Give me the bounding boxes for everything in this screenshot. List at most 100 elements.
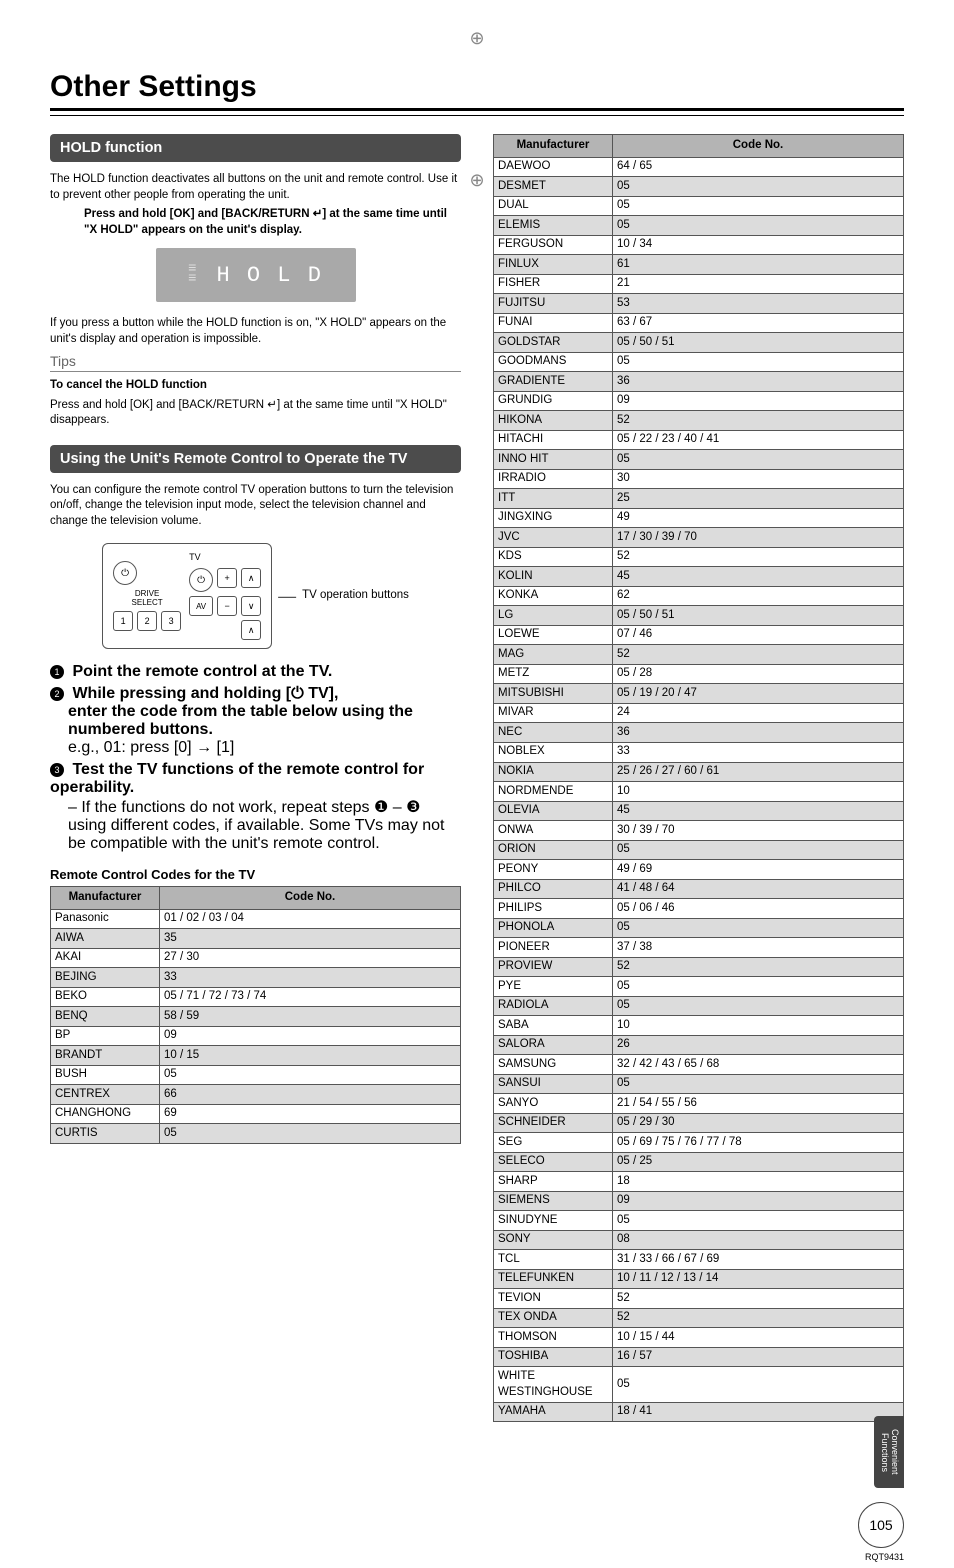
manufacturer-cell: KDS xyxy=(494,547,613,567)
manufacturer-cell: LOEWE xyxy=(494,625,613,645)
table-row: OLEVIA45 xyxy=(494,801,904,821)
unit-display-illustration: ≡≡ H O L D xyxy=(156,248,356,302)
table-row: MIVAR24 xyxy=(494,703,904,723)
manufacturer-cell: THOMSON xyxy=(494,1328,613,1348)
code-cell: 53 xyxy=(613,294,904,314)
code-cell: 21 xyxy=(613,274,904,294)
code-cell: 05 xyxy=(613,1074,904,1094)
table-row: BUSH05 xyxy=(51,1065,461,1085)
table-row: SANSUI05 xyxy=(494,1074,904,1094)
top-register-mark-icon: ⊕ xyxy=(469,28,484,49)
manufacturer-cell: SALORA xyxy=(494,1035,613,1055)
code-cell: 62 xyxy=(613,586,904,606)
manufacturer-cell: BUSH xyxy=(51,1065,160,1085)
table-row: SINUDYNE05 xyxy=(494,1211,904,1231)
code-cell: 52 xyxy=(613,1289,904,1309)
code-cell: 05 / 50 / 51 xyxy=(613,333,904,353)
table-row: TEX ONDA52 xyxy=(494,1308,904,1328)
manufacturer-cell: BEJING xyxy=(51,968,160,988)
manufacturer-cell: DAEWOO xyxy=(494,157,613,177)
code-cell: 09 xyxy=(613,391,904,411)
manufacturer-cell: PHILCO xyxy=(494,879,613,899)
tips-divider xyxy=(50,371,461,372)
code-cell: 26 xyxy=(613,1035,904,1055)
code-cell: 05 xyxy=(613,1211,904,1231)
table-row: TOSHIBA16 / 57 xyxy=(494,1347,904,1367)
table-row: PHILIPS05 / 06 / 46 xyxy=(494,899,904,919)
manufacturer-cell: ORION xyxy=(494,840,613,860)
tv-label: TV xyxy=(189,552,261,562)
manufacturer-cell: PIONEER xyxy=(494,938,613,958)
code-cell: 05 xyxy=(613,352,904,372)
manufacturer-cell: GRUNDIG xyxy=(494,391,613,411)
table-row: JVC17 / 30 / 39 / 70 xyxy=(494,528,904,548)
manufacturer-cell: TELEFUNKEN xyxy=(494,1269,613,1289)
right-column: Manufacturer Code No. DAEWOO64 / 65DESME… xyxy=(493,134,904,1422)
code-cell: 52 xyxy=(613,957,904,977)
manufacturer-cell: FUJITSU xyxy=(494,294,613,314)
manufacturer-cell: DESMET xyxy=(494,177,613,197)
manufacturer-cell: CENTREX xyxy=(51,1085,160,1105)
table-row: JINGXING49 xyxy=(494,508,904,528)
manufacturer-cell: SABA xyxy=(494,1016,613,1036)
code-cell: 18 xyxy=(613,1172,904,1192)
code-cell: 05 / 28 xyxy=(613,664,904,684)
power-icon: ⏻ xyxy=(113,561,137,585)
remote-control-illustration: ⏻ DRIVESELECT 1 2 3 TV ⏻ + xyxy=(102,543,272,649)
code-cell: 66 xyxy=(160,1085,461,1105)
title-divider-thin xyxy=(50,115,904,116)
display-left-bars-icon: ≡≡ xyxy=(188,265,216,285)
manufacturer-cell: GOODMANS xyxy=(494,352,613,372)
code-cell: 24 xyxy=(613,703,904,723)
table-row: IRRADIO30 xyxy=(494,469,904,489)
code-cell: 05 xyxy=(613,1367,904,1402)
display-text: H O L D xyxy=(216,263,322,288)
code-cell: 05 / 22 / 23 / 40 / 41 xyxy=(613,430,904,450)
manufacturer-cell: FERGUSON xyxy=(494,235,613,255)
manufacturer-cell: SINUDYNE xyxy=(494,1211,613,1231)
manufacturer-cell: SAMSUNG xyxy=(494,1055,613,1075)
code-cell: 07 / 46 xyxy=(613,625,904,645)
table-row: GRUNDIG09 xyxy=(494,391,904,411)
manufacturer-cell: SANSUI xyxy=(494,1074,613,1094)
page-title: Other Settings xyxy=(50,70,904,104)
code-cell: 52 xyxy=(613,411,904,431)
table-row: NOKIA25 / 26 / 27 / 60 / 61 xyxy=(494,762,904,782)
caption-pointer-icon: — xyxy=(278,586,296,607)
table-row: PROVIEW52 xyxy=(494,957,904,977)
manufacturer-cell: YAMAHA xyxy=(494,1402,613,1422)
manufacturer-cell: FISHER xyxy=(494,274,613,294)
manufacturer-cell: NOBLEX xyxy=(494,742,613,762)
step-1: 1 Point the remote control at the TV. xyxy=(50,663,461,681)
manufacturer-cell: GOLDSTAR xyxy=(494,333,613,353)
step-3: 3 Test the TV functions of the remote co… xyxy=(50,761,461,853)
table-row: MAG52 xyxy=(494,645,904,665)
remote-illustration-row: ⏻ DRIVESELECT 1 2 3 TV ⏻ + xyxy=(50,543,461,649)
num-3-button-icon: 3 xyxy=(161,611,181,631)
table-row: ORION05 xyxy=(494,840,904,860)
code-cell: 05 xyxy=(160,1065,461,1085)
two-column-layout: HOLD function The HOLD function deactiva… xyxy=(50,134,904,1422)
table-row: YAMAHA18 / 41 xyxy=(494,1402,904,1422)
manufacturer-cell: MITSUBISHI xyxy=(494,684,613,704)
table-row: PHILCO41 / 48 / 64 xyxy=(494,879,904,899)
manufacturer-cell: HITACHI xyxy=(494,430,613,450)
code-cell: 32 / 42 / 43 / 65 / 68 xyxy=(613,1055,904,1075)
manufacturer-cell: SONY xyxy=(494,1230,613,1250)
manufacturer-cell: TEVION xyxy=(494,1289,613,1309)
code-cell: 10 xyxy=(613,1016,904,1036)
table-row: SCHNEIDER05 / 29 / 30 xyxy=(494,1113,904,1133)
left-column: HOLD function The HOLD function deactiva… xyxy=(50,134,461,1422)
manufacturer-cell: LG xyxy=(494,606,613,626)
manufacturer-cell: SHARP xyxy=(494,1172,613,1192)
step-1-text: Point the remote control at the TV. xyxy=(72,663,332,680)
tv-power-icon: ⏻ xyxy=(189,568,213,592)
num-1-button-icon: 1 xyxy=(113,611,133,631)
code-cell: 52 xyxy=(613,547,904,567)
table-row: CENTREX66 xyxy=(51,1085,461,1105)
manufacturer-cell: SELECO xyxy=(494,1152,613,1172)
code-cell: 05 / 71 / 72 / 73 / 74 xyxy=(160,987,461,1007)
code-cell: 45 xyxy=(613,801,904,821)
table-row: SANYO21 / 54 / 55 / 56 xyxy=(494,1094,904,1114)
table-row: BEKO05 / 71 / 72 / 73 / 74 xyxy=(51,987,461,1007)
